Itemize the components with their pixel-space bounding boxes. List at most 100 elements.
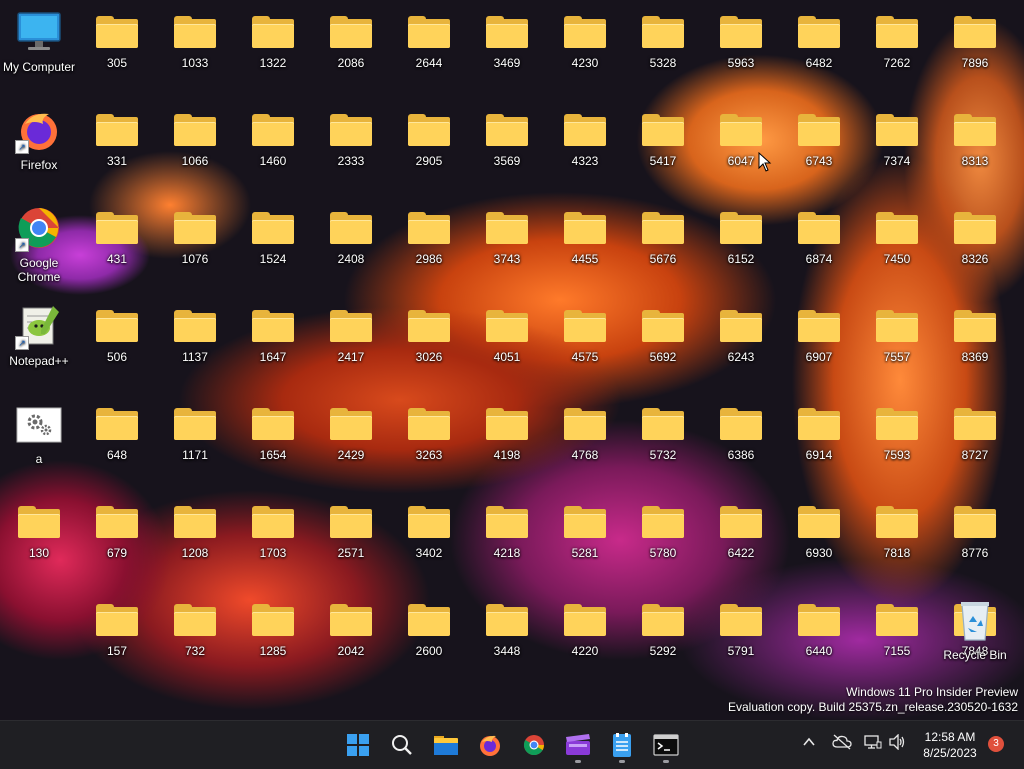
desktop-folder[interactable]: 6152 [702,200,780,286]
desktop-folder[interactable]: 8369 [936,298,1014,384]
desktop-folder[interactable]: 7557 [858,298,936,384]
desktop-folder[interactable]: 5732 [624,396,702,482]
desktop-folder[interactable]: 2571 [312,494,390,580]
desktop-folder[interactable]: 2333 [312,102,390,188]
desktop-folder[interactable]: 2086 [312,4,390,90]
desktop-folder[interactable]: 7262 [858,4,936,90]
desktop-folder[interactable]: 6440 [780,592,858,678]
chrome-taskbar-button[interactable] [514,725,554,765]
desktop-folder[interactable]: 3026 [390,298,468,384]
desktop-folder[interactable]: 5292 [624,592,702,678]
notification-badge[interactable]: 3 [988,736,1004,752]
desktop-folder[interactable]: 2600 [390,592,468,678]
firefox-taskbar-button[interactable] [470,725,510,765]
desktop-folder[interactable]: 5417 [624,102,702,188]
desktop-folder[interactable]: 4051 [468,298,546,384]
desktop-folder[interactable]: 1033 [156,4,234,90]
desktop-folder[interactable]: 2905 [390,102,468,188]
desktop-folder[interactable]: 6422 [702,494,780,580]
desktop-folder[interactable]: 3402 [390,494,468,580]
desktop-folder[interactable]: 7155 [858,592,936,678]
desktop-folder[interactable]: 2408 [312,200,390,286]
desktop-folder[interactable]: 6243 [702,298,780,384]
search-button[interactable] [382,725,422,765]
desktop-folder[interactable]: 1066 [156,102,234,188]
desktop-folder[interactable]: 4323 [546,102,624,188]
desktop-folder[interactable]: 4455 [546,200,624,286]
desktop-folder[interactable]: 5281 [546,494,624,580]
terminal-taskbar-button[interactable] [646,725,686,765]
notepad-plus-plus-shortcut[interactable]: ↗ Notepad++ [0,298,78,384]
desktop-folder[interactable]: 7593 [858,396,936,482]
clapper-taskbar-button[interactable] [558,725,598,765]
desktop-folder[interactable]: 7450 [858,200,936,286]
desktop-folder[interactable]: 1654 [234,396,312,482]
desktop-folder[interactable]: 5676 [624,200,702,286]
show-hidden-icons-button[interactable] [802,735,816,752]
desktop-folder[interactable]: 331 [78,102,156,188]
desktop-folder[interactable]: 6743 [780,102,858,188]
desktop-folder[interactable]: 2042 [312,592,390,678]
onedrive-tray-button[interactable] [832,734,852,753]
desktop-folder[interactable]: 4218 [468,494,546,580]
desktop-folder[interactable]: 6482 [780,4,858,90]
desktop-folder[interactable]: 1171 [156,396,234,482]
desktop-folder[interactable]: 5791 [702,592,780,678]
file-explorer-button[interactable] [426,725,466,765]
google-chrome-shortcut[interactable]: ↗ Google Chrome [0,200,78,290]
desktop-folder[interactable]: 1322 [234,4,312,90]
desktop-folder[interactable]: 6874 [780,200,858,286]
desktop-folder[interactable]: 8727 [936,396,1014,482]
a-shortcut[interactable]: a [0,396,78,482]
desktop-folder[interactable]: 506 [78,298,156,384]
desktop-folder[interactable]: 8776 [936,494,1014,580]
desktop-folder[interactable]: 679 [78,494,156,580]
desktop-folder[interactable]: 648 [78,396,156,482]
desktop-folder[interactable]: 1208 [156,494,234,580]
recycle-bin[interactable]: Recycle Bin [936,592,1014,678]
desktop-folder[interactable]: 6930 [780,494,858,580]
desktop-folder[interactable]: 5780 [624,494,702,580]
desktop-folder[interactable]: 4198 [468,396,546,482]
desktop-folder[interactable]: 5692 [624,298,702,384]
desktop-folder[interactable]: 4575 [546,298,624,384]
my-computer-shortcut[interactable]: My Computer [0,4,78,90]
desktop-folder[interactable]: 7896 [936,4,1014,90]
desktop-folder[interactable]: 6907 [780,298,858,384]
desktop-folder[interactable]: 1524 [234,200,312,286]
notepad-taskbar-button[interactable] [602,725,642,765]
desktop-folder[interactable]: 431 [78,200,156,286]
desktop-folder[interactable]: 1647 [234,298,312,384]
clock[interactable]: 12:58 AM 8/25/2023 [915,729,985,761]
network-tray-button[interactable] [864,734,882,753]
desktop-folder[interactable]: 6914 [780,396,858,482]
desktop-folder[interactable]: 6386 [702,396,780,482]
desktop-folder[interactable]: 3569 [468,102,546,188]
desktop-folder[interactable]: 4768 [546,396,624,482]
desktop-folder[interactable]: 732 [156,592,234,678]
desktop-folder[interactable]: 7818 [858,494,936,580]
firefox-shortcut[interactable]: ↗ Firefox [0,102,78,188]
desktop-folder[interactable]: 8326 [936,200,1014,286]
desktop-folder[interactable]: 3263 [390,396,468,482]
desktop-folder[interactable]: 3469 [468,4,546,90]
desktop-folder[interactable]: 7374 [858,102,936,188]
desktop-folder[interactable]: 157 [78,592,156,678]
desktop-folder[interactable]: 1460 [234,102,312,188]
start-button[interactable] [338,725,378,765]
desktop-folder[interactable]: 1137 [156,298,234,384]
desktop-folder[interactable]: 2417 [312,298,390,384]
desktop-folder[interactable]: 5963 [702,4,780,90]
desktop-folder[interactable]: 1703 [234,494,312,580]
desktop-folder[interactable]: 2986 [390,200,468,286]
volume-tray-button[interactable] [888,733,906,753]
desktop-folder[interactable]: 2644 [390,4,468,90]
desktop-folder[interactable]: 3743 [468,200,546,286]
desktop-folder[interactable]: 1076 [156,200,234,286]
desktop-folder[interactable]: 2429 [312,396,390,482]
desktop-folder[interactable]: 3448 [468,592,546,678]
desktop-folder[interactable]: 8313 [936,102,1014,188]
desktop-folder[interactable]: 1285 [234,592,312,678]
desktop-folder[interactable]: 5328 [624,4,702,90]
desktop-folder[interactable]: 4220 [546,592,624,678]
